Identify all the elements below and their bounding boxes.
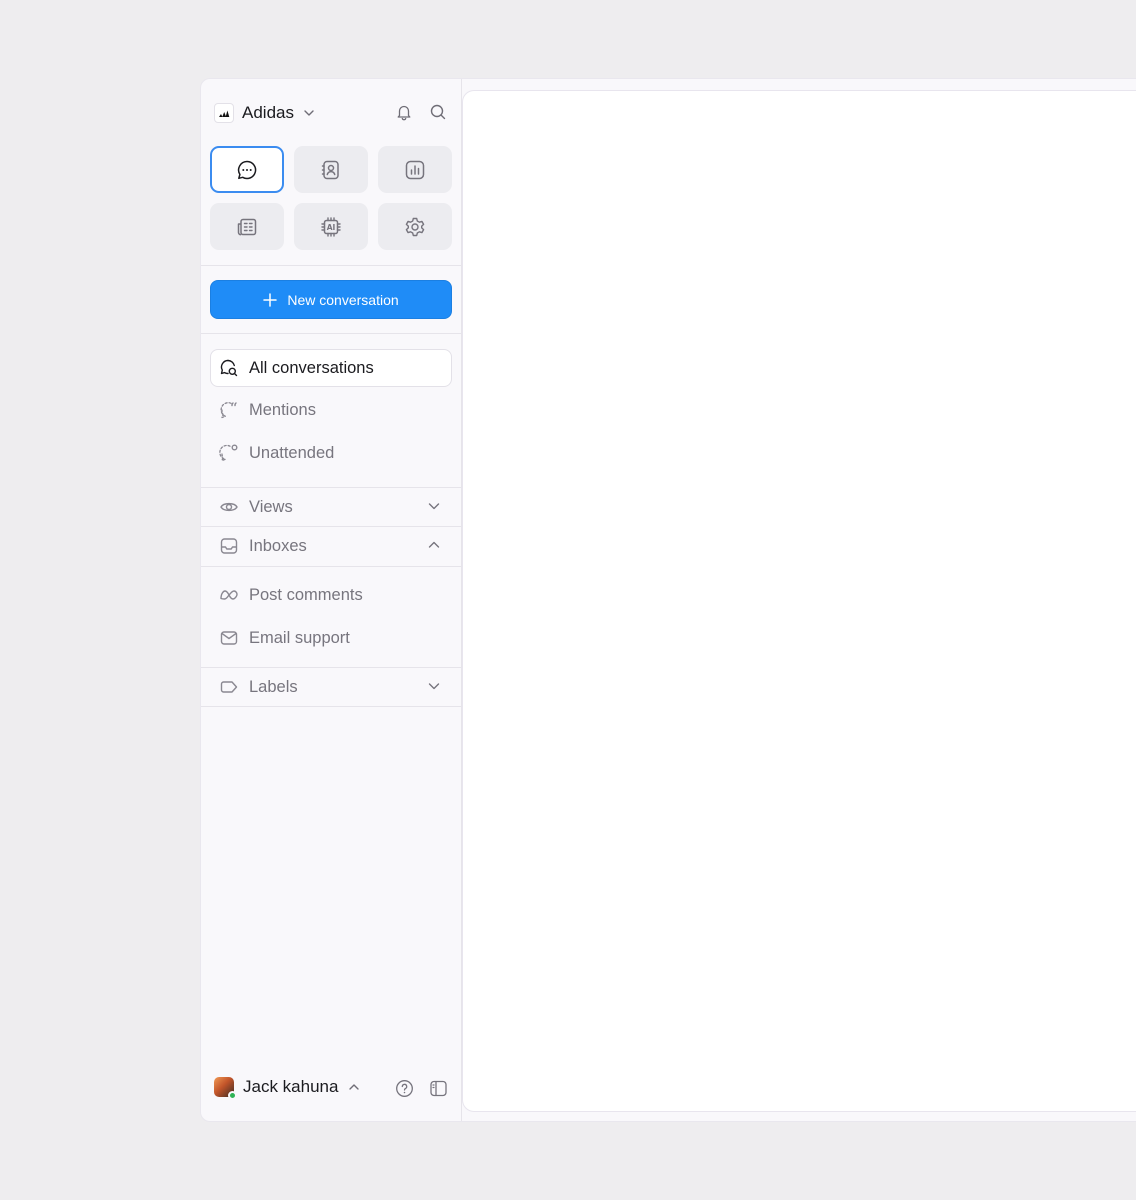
divider [201,333,462,334]
inbox-label: Email support [249,628,350,647]
tile-campaigns[interactable] [210,203,284,250]
bar-chart-icon [403,158,427,182]
plus-icon [263,292,278,307]
section-views[interactable]: Views [201,488,462,526]
user-menu[interactable]: Jack kahuna [214,1075,361,1100]
adidas-logo-icon [214,103,234,123]
online-status-dot [228,1091,237,1100]
inbox-email-support[interactable]: Email support [210,619,452,657]
meta-icon [219,585,239,605]
divider [201,566,462,567]
chevron-up-icon [347,1080,361,1094]
section-inboxes[interactable]: Inboxes [201,527,462,565]
chevron-up-icon [426,537,442,553]
divider [201,706,462,707]
workspace-name: Adidas [242,103,294,122]
newspaper-icon [235,215,259,239]
nav-mentions[interactable]: Mentions [210,391,452,429]
mention-bubble-icon [219,400,239,420]
new-conversation-button[interactable]: New conversation [210,280,452,319]
eye-icon [219,497,239,517]
inbox-post-comments[interactable]: Post comments [210,576,452,614]
tile-ai[interactable]: AI [294,203,368,250]
avatar [214,1077,237,1100]
tile-reports[interactable] [378,146,452,193]
search-icon[interactable] [428,102,448,122]
main-content-panel [462,90,1136,1112]
sidebar-toggle-icon[interactable] [428,1078,448,1098]
user-name: Jack kahuna [243,1077,339,1096]
sidebar: Adidas AI New conversation All conversat… [201,79,462,1121]
tile-contacts[interactable] [294,146,368,193]
inbox-icon [219,536,239,556]
section-label: Labels [249,677,298,696]
unattended-bubble-icon [219,443,239,463]
section-label: Inboxes [249,536,307,555]
nav-all-conversations[interactable]: All conversations [210,349,452,387]
workspace-switcher[interactable]: Adidas [214,101,316,125]
help-icon[interactable] [394,1078,414,1098]
chat-bubble-icon [235,158,259,182]
label-tag-icon [219,677,239,697]
bell-icon[interactable] [394,102,414,122]
contacts-icon [319,158,343,182]
conversations-search-icon [219,358,239,378]
mail-icon [219,628,239,648]
divider [201,265,462,266]
nav-label: All conversations [249,358,374,377]
app-tiles: AI [210,146,452,250]
nav-unattended[interactable]: Unattended [210,434,452,472]
chevron-down-icon [302,106,316,120]
nav-label: Mentions [249,400,316,419]
ai-chip-icon: AI [319,215,343,239]
app-window: Adidas AI New conversation All conversat… [200,78,1136,1122]
footer-actions [394,1078,448,1098]
chevron-down-icon [426,498,442,514]
nav-label: Unattended [249,443,335,462]
tile-settings[interactable] [378,203,452,250]
section-labels[interactable]: Labels [201,668,462,706]
header-actions [394,102,448,122]
new-conversation-label: New conversation [287,291,399,308]
section-label: Views [249,497,293,516]
chevron-down-icon [426,678,442,694]
inbox-label: Post comments [249,585,363,604]
svg-text:AI: AI [327,222,336,231]
gear-icon [403,215,427,239]
tile-conversations[interactable] [210,146,284,193]
